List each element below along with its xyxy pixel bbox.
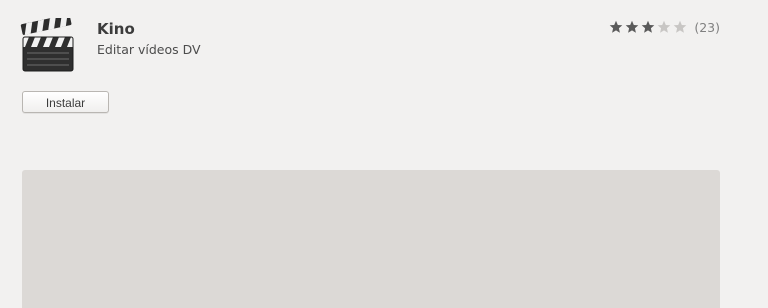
- rating: (23): [609, 18, 720, 36]
- star-empty-icon: [674, 20, 687, 33]
- star-filled-icon: [642, 20, 655, 33]
- review-count[interactable]: (23): [694, 20, 720, 35]
- star-filled-icon: [610, 20, 623, 33]
- install-button[interactable]: Instalar: [22, 91, 109, 113]
- screenshot-placeholder: [22, 170, 720, 308]
- app-title: Kino: [97, 20, 135, 38]
- clapperboard-icon: [20, 14, 76, 74]
- star-filled-icon: [626, 20, 639, 33]
- rating-stars: [609, 20, 689, 34]
- app-summary: Editar vídeos DV: [97, 42, 201, 57]
- star-empty-icon: [658, 20, 671, 33]
- app-details-page: Kino Editar vídeos DV (23) Instalar: [0, 0, 768, 308]
